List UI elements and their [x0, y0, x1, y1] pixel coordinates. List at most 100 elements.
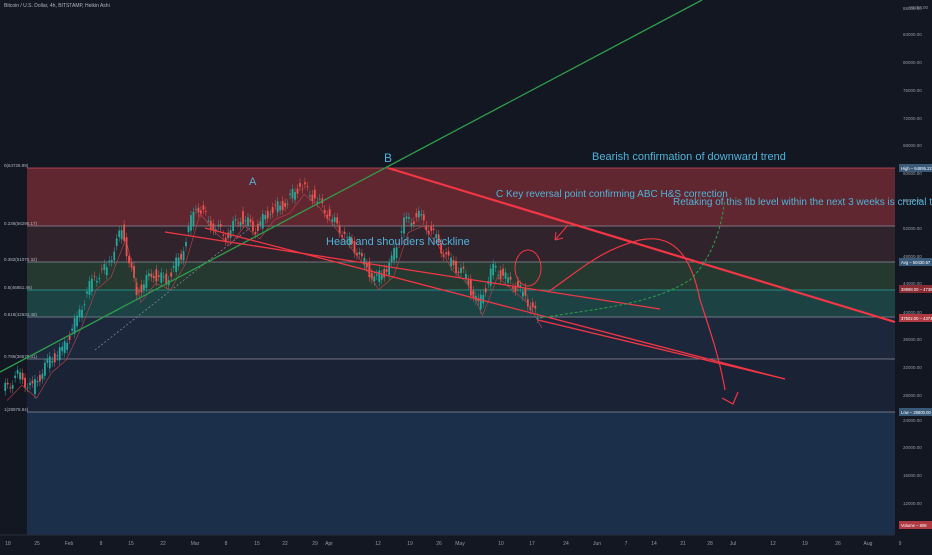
candle-body	[19, 372, 21, 380]
candle-body	[294, 192, 296, 200]
candle-body	[306, 186, 309, 187]
candle-body	[244, 220, 247, 222]
price-badge-volume: Volume – 808	[901, 523, 927, 528]
candle-body	[422, 214, 425, 221]
candle-body	[185, 241, 187, 247]
candle-body	[61, 346, 64, 352]
fib-zone-6	[27, 412, 895, 535]
x-tick-label: 26	[835, 541, 841, 547]
candle-body	[180, 253, 182, 260]
price-badge-current: 38998.00 – 47385.29	[901, 287, 932, 292]
y-tick-label: 36000.00	[903, 337, 922, 342]
candle-body	[328, 209, 331, 217]
x-tick-label: 28	[707, 541, 713, 547]
candle-body	[274, 204, 277, 206]
candle-body	[266, 210, 269, 219]
price-badge-current2: 37502.00 – 43742.11	[901, 316, 932, 321]
candle-body	[410, 222, 413, 226]
x-tick-label: Apr	[325, 541, 333, 547]
y-tick-label: 52000.00	[903, 226, 922, 231]
x-tick-label: 15	[254, 541, 260, 547]
candle-body	[313, 189, 316, 199]
candle-body	[63, 341, 66, 353]
candle-body	[284, 202, 287, 208]
candle-body	[175, 257, 178, 273]
candle-body	[202, 205, 205, 210]
candle-body	[405, 216, 408, 219]
candle-body	[378, 270, 381, 283]
candle-body	[499, 270, 502, 280]
fib-label: 1(28978.94)	[4, 407, 29, 412]
x-tick-label: 22	[160, 541, 166, 547]
symbol-title: Bitcoin / U.S. Dollar, 4h, BITSTAMP, Hei…	[4, 3, 110, 9]
candle-body	[450, 257, 452, 267]
candle-body	[271, 207, 274, 214]
candle-body	[24, 377, 26, 388]
candle-body	[494, 265, 497, 268]
candle-body	[460, 268, 462, 273]
price-badge-avg: Avg – 50430.67	[901, 260, 931, 265]
candle-body	[160, 272, 163, 283]
candle-body	[157, 275, 160, 277]
candle-body	[219, 224, 222, 227]
candle-body	[301, 188, 304, 190]
y-tick-label: 28000.00	[903, 393, 922, 398]
candle-body	[197, 207, 200, 213]
x-tick-label: 26	[436, 541, 442, 547]
candle-body	[361, 253, 363, 257]
candle-body	[318, 198, 321, 200]
candle-body	[242, 211, 244, 225]
x-tick-label: 8	[100, 541, 103, 547]
candle-body	[299, 183, 301, 187]
candle-body	[380, 274, 383, 280]
candle-body	[93, 275, 96, 277]
candle-body	[143, 284, 145, 290]
candle-body	[254, 231, 257, 235]
candle-body	[289, 193, 291, 195]
fib-zone-5	[27, 359, 895, 412]
candle-body	[304, 182, 306, 185]
candle-body	[71, 328, 74, 331]
price-axis	[895, 0, 932, 550]
candle-body	[415, 213, 418, 218]
candle-body	[308, 195, 311, 197]
candle-body	[128, 255, 130, 264]
candle-body	[162, 276, 165, 278]
candle-body	[76, 315, 78, 327]
candle-body	[343, 231, 346, 235]
candle-body	[88, 280, 91, 295]
candle-body	[29, 382, 31, 386]
candle-body	[462, 266, 465, 269]
label-b: B	[384, 151, 392, 165]
candle-body	[497, 274, 500, 276]
candle-body	[34, 379, 36, 395]
candle-body	[190, 215, 192, 231]
candle-body	[110, 260, 113, 263]
candle-body	[279, 205, 282, 211]
price-chart[interactable]: 0(64726.99) 0.236(56295.17) 0.382(51070.32…	[0, 0, 932, 550]
candle-body	[105, 267, 108, 276]
candle-body	[21, 372, 24, 380]
candle-body	[331, 219, 334, 222]
fib-label: 0.618(42634.48)	[4, 312, 38, 317]
candle-body	[388, 262, 391, 276]
price-badge-high: High – 64895.22	[901, 166, 932, 171]
x-tick-label: 15	[128, 541, 134, 547]
candle-body	[56, 355, 59, 357]
candle-body	[536, 318, 539, 319]
candle-body	[531, 302, 534, 308]
candle-body	[204, 211, 207, 212]
x-tick-label: Jul	[730, 541, 736, 547]
fib-label: 0.236(56295.17)	[4, 221, 38, 226]
x-tick-label: 12	[770, 541, 776, 547]
y-tick-label: 76000.00	[903, 88, 922, 93]
candle-body	[14, 375, 17, 379]
candle-body	[192, 212, 195, 227]
candle-body	[120, 230, 123, 240]
candle-body	[420, 214, 423, 216]
candle-body	[484, 288, 487, 293]
candle-body	[115, 238, 118, 246]
candle-body	[514, 286, 517, 292]
candle-body	[41, 373, 44, 380]
candle-body	[534, 305, 537, 309]
